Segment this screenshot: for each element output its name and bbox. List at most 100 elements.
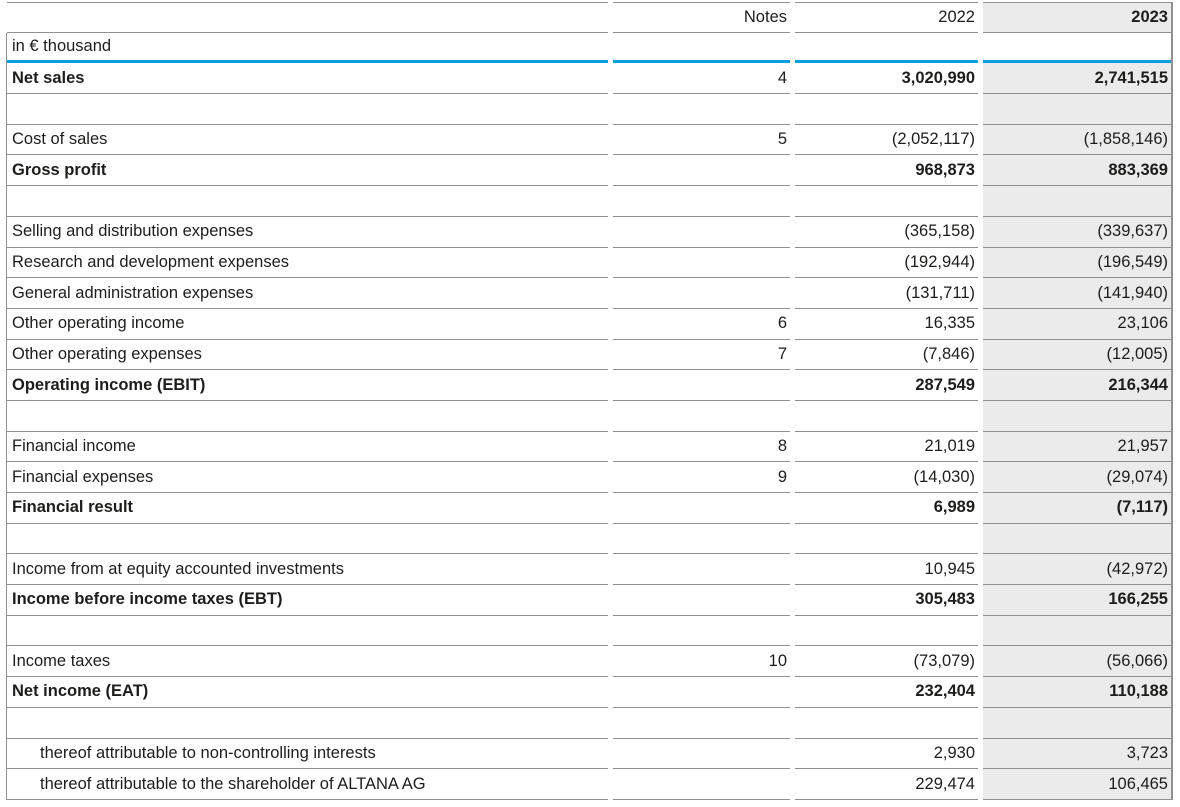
- row-value-2023: 110,188: [983, 677, 1171, 708]
- row-value-2022: [795, 186, 978, 217]
- row-notes: [613, 524, 790, 555]
- unit-row-2023-cell: [983, 33, 1171, 64]
- table-left-border: [6, 33, 8, 800]
- row-label: Operating income (EBIT): [7, 370, 608, 401]
- row-notes: [613, 401, 790, 432]
- row-value-2022: [795, 524, 978, 555]
- row-value-2022: [795, 94, 978, 125]
- row-value-2023: (141,940): [983, 278, 1171, 309]
- row-notes: [613, 708, 790, 739]
- row-label: Other operating income: [7, 309, 608, 340]
- row-value-2022: (14,030): [795, 462, 978, 493]
- column-header-2022: 2022: [795, 2, 978, 33]
- row-label: Selling and distribution expenses: [7, 217, 608, 248]
- row-value-2022: 6,989: [795, 493, 978, 524]
- row-value-2022: 10,945: [795, 554, 978, 585]
- row-label: Income from at equity accounted investme…: [7, 554, 608, 585]
- row-value-2023: 883,369: [983, 155, 1171, 186]
- row-notes: 7: [613, 340, 790, 371]
- row-value-2023: (339,637): [983, 217, 1171, 248]
- row-label: Financial result: [7, 493, 608, 524]
- row-value-2023: 21,957: [983, 432, 1171, 463]
- row-value-2022: 21,019: [795, 432, 978, 463]
- header-label-cell: [7, 2, 608, 33]
- row-notes: [613, 493, 790, 524]
- row-value-2022: 3,020,990: [795, 63, 978, 94]
- row-notes: 9: [613, 462, 790, 493]
- row-notes: 5: [613, 125, 790, 156]
- unit-row-notes-cell: [613, 33, 790, 64]
- table-right-border: [1171, 2, 1173, 800]
- row-notes: 4: [613, 63, 790, 94]
- row-value-2023: [983, 186, 1171, 217]
- row-notes: 10: [613, 646, 790, 677]
- row-notes: [613, 769, 790, 800]
- row-label: Net income (EAT): [7, 677, 608, 708]
- row-value-2022: (7,846): [795, 340, 978, 371]
- row-notes: [613, 739, 790, 770]
- row-notes: [613, 278, 790, 309]
- row-notes: [613, 186, 790, 217]
- row-label: thereof attributable to non-controlling …: [7, 739, 608, 770]
- row-value-2023: (29,074): [983, 462, 1171, 493]
- row-value-2023: 2,741,515: [983, 63, 1171, 94]
- unit-label: in € thousand: [7, 33, 608, 64]
- row-value-2023: [983, 616, 1171, 647]
- row-value-2023: (56,066): [983, 646, 1171, 677]
- row-value-2023: 3,723: [983, 739, 1171, 770]
- row-notes: 6: [613, 309, 790, 340]
- row-value-2022: (73,079): [795, 646, 978, 677]
- row-notes: [613, 370, 790, 401]
- row-value-2022: [795, 401, 978, 432]
- row-label: Financial expenses: [7, 462, 608, 493]
- row-label: [7, 524, 608, 555]
- row-notes: [613, 585, 790, 616]
- row-value-2022: 968,873: [795, 155, 978, 186]
- row-notes: [613, 616, 790, 647]
- row-label: [7, 401, 608, 432]
- unit-row-2022-cell: [795, 33, 978, 64]
- row-value-2022: 305,483: [795, 585, 978, 616]
- row-notes: [613, 155, 790, 186]
- row-label: [7, 186, 608, 217]
- row-label: thereof attributable to the shareholder …: [7, 769, 608, 800]
- row-value-2022: (365,158): [795, 217, 978, 248]
- row-label: General administration expenses: [7, 278, 608, 309]
- row-value-2023: (7,117): [983, 493, 1171, 524]
- column-header-notes: Notes: [613, 2, 790, 33]
- row-value-2022: 229,474: [795, 769, 978, 800]
- row-value-2023: 166,255: [983, 585, 1171, 616]
- row-value-2023: (12,005): [983, 340, 1171, 371]
- row-value-2023: (1,858,146): [983, 125, 1171, 156]
- row-label: Other operating expenses: [7, 340, 608, 371]
- row-value-2022: (2,052,117): [795, 125, 978, 156]
- row-value-2023: 106,465: [983, 769, 1171, 800]
- row-notes: [613, 554, 790, 585]
- row-value-2022: [795, 708, 978, 739]
- row-value-2022: 287,549: [795, 370, 978, 401]
- row-notes: 8: [613, 432, 790, 463]
- row-value-2022: 232,404: [795, 677, 978, 708]
- row-value-2022: 2,930: [795, 739, 978, 770]
- row-value-2023: 23,106: [983, 309, 1171, 340]
- row-label: [7, 94, 608, 125]
- row-value-2023: 216,344: [983, 370, 1171, 401]
- row-notes: [613, 677, 790, 708]
- row-label: Income before income taxes (EBT): [7, 585, 608, 616]
- row-notes: [613, 217, 790, 248]
- row-notes: [613, 94, 790, 125]
- income-statement-table: Notes 2022 2023 in € thousand Net sales4…: [7, 2, 1173, 800]
- row-label: [7, 708, 608, 739]
- row-label: Income taxes: [7, 646, 608, 677]
- row-value-2023: [983, 94, 1171, 125]
- row-label: Net sales: [7, 63, 608, 94]
- row-label: [7, 616, 608, 647]
- row-value-2023: (42,972): [983, 554, 1171, 585]
- column-header-2023: 2023: [983, 2, 1171, 33]
- row-value-2023: [983, 708, 1171, 739]
- row-value-2022: (131,711): [795, 278, 978, 309]
- row-label: Cost of sales: [7, 125, 608, 156]
- row-value-2023: [983, 401, 1171, 432]
- row-notes: [613, 248, 790, 279]
- row-value-2022: [795, 616, 978, 647]
